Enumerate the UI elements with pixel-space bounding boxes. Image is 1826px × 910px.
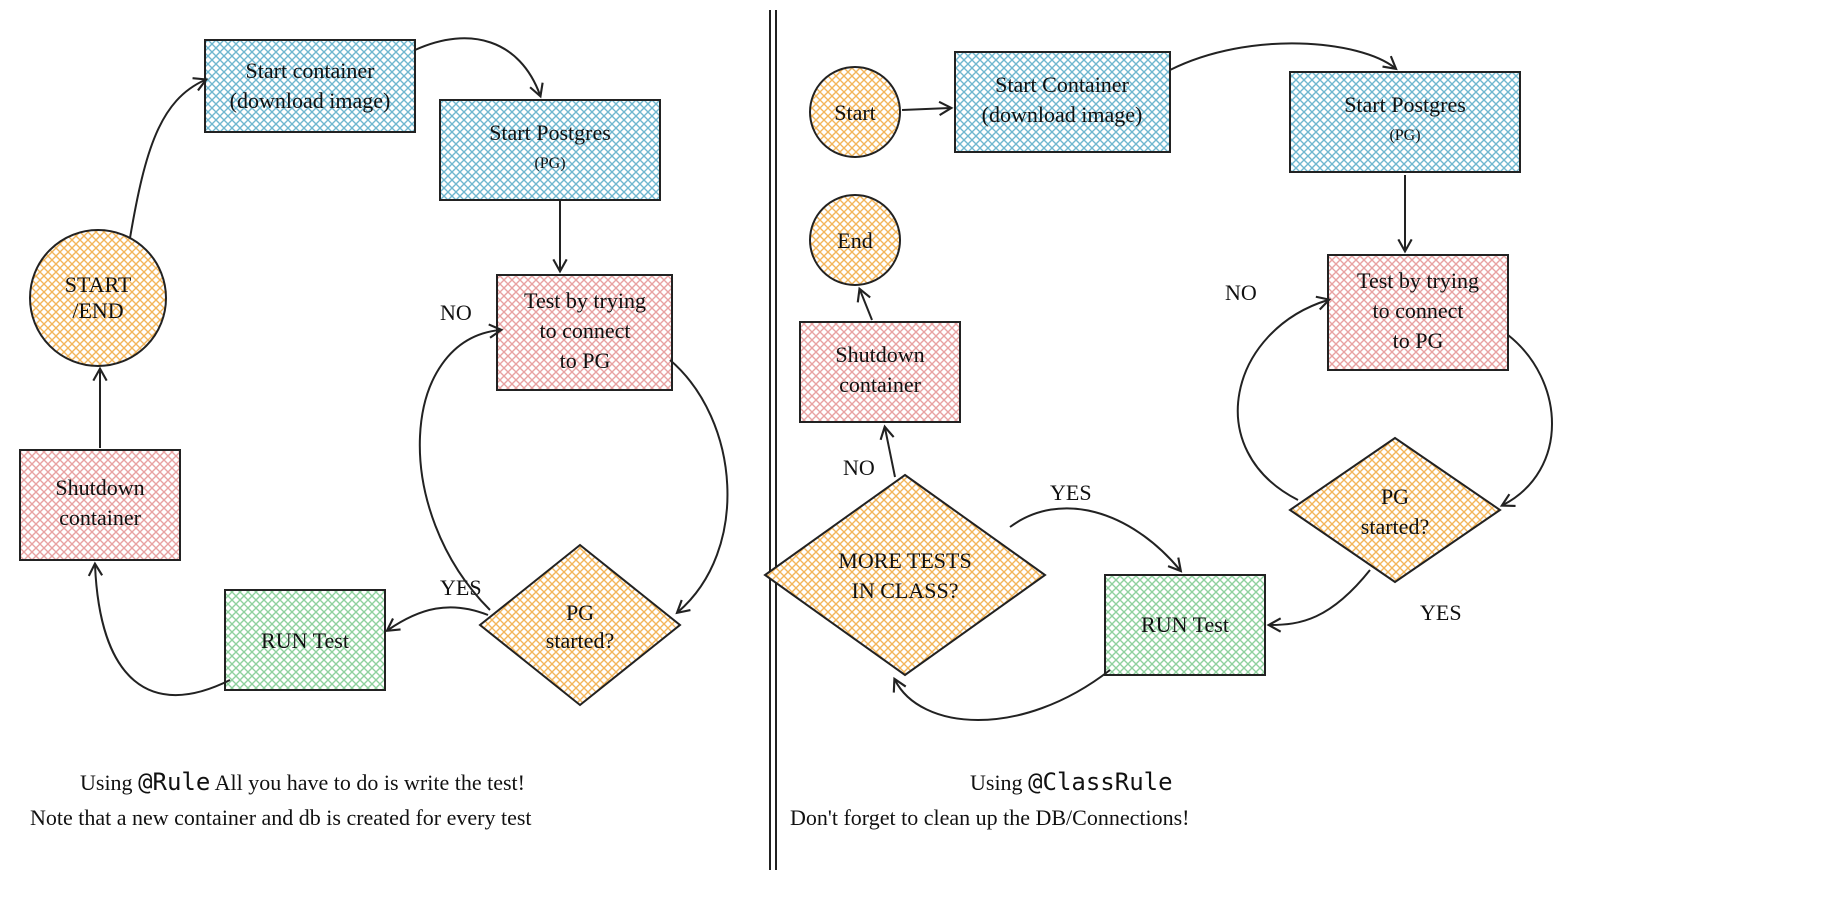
start-container-label2: (download image) (230, 88, 391, 113)
start-postgres-label: Start Postgres (489, 120, 611, 145)
flowchart-svg: START /END Start container (download ima… (0, 0, 1826, 910)
more-tests-l1: MORE TESTS (838, 548, 971, 573)
pg-started-decision (480, 545, 680, 705)
pg-started-l2: started? (1361, 514, 1429, 539)
edge-more-yes (1010, 508, 1180, 570)
test-connect-l1: Test by trying (524, 288, 646, 313)
edge-container-to-pg (415, 38, 540, 95)
left-cap1b: @Rule (138, 768, 210, 796)
edge-test-to-decision (670, 360, 727, 612)
pg-started-l2: started? (546, 628, 614, 653)
shutdown-l1: Shutdown (55, 475, 144, 500)
start-label: Start (834, 100, 876, 125)
pg-no-label: NO (1225, 280, 1257, 305)
run-test-label: RUN Test (1141, 612, 1229, 637)
more-yes-label: YES (1050, 480, 1092, 505)
right-diagram: Start End Start Container (download imag… (765, 43, 1552, 830)
run-test-label: RUN Test (261, 628, 349, 653)
right-caption-2: Don't forget to clean up the DB/Connecti… (790, 805, 1189, 830)
left-cap1c: All you have to do is write the test! (210, 770, 525, 795)
pg-yes-label: YES (1420, 600, 1462, 625)
edge-decision-yes (388, 607, 488, 630)
start-postgres-l2: (PG) (1389, 127, 1420, 144)
more-no-label: NO (843, 455, 875, 480)
no-label: NO (440, 300, 472, 325)
pg-started-l1: PG (1381, 484, 1409, 509)
right-cap1b: @ClassRule (1028, 768, 1173, 796)
start-container-l1: Start Container (995, 72, 1129, 97)
start-container-label1: Start container (246, 58, 376, 83)
test-connect-l1: Test by trying (1357, 268, 1479, 293)
more-tests-decision (765, 475, 1045, 675)
right-caption-1: Using @ClassRule (970, 768, 1173, 796)
edge-start-to-container (902, 108, 950, 110)
edge-decision-no (420, 330, 500, 610)
edge-run-to-shutdown (95, 565, 230, 695)
start-postgres-sub: (PG) (534, 155, 565, 172)
edge-container-to-pg (1170, 43, 1395, 70)
left-cap1a: Using (80, 770, 138, 795)
start-container-l2: (download image) (982, 102, 1143, 127)
left-caption-2: Note that a new container and db is crea… (30, 805, 532, 830)
start-postgres-node (440, 100, 660, 200)
start-end-label: START (65, 272, 132, 297)
pg-started-l1: PG (566, 600, 594, 625)
shutdown-l2: container (839, 372, 922, 397)
test-connect-l3: to PG (1393, 328, 1444, 353)
left-diagram: START /END Start container (download ima… (20, 38, 727, 830)
start-container-node (205, 40, 415, 132)
test-connect-l3: to PG (560, 348, 611, 373)
more-tests-l2: IN CLASS? (852, 578, 959, 603)
left-caption-1: Using @Rule All you have to do is write … (80, 768, 525, 796)
test-connect-l2: to connect (1372, 298, 1463, 323)
edge-more-no (885, 428, 895, 477)
shutdown-l2: container (59, 505, 142, 530)
start-end-label2: /END (72, 298, 123, 323)
end-label: End (837, 228, 872, 253)
edge-run-to-more (895, 670, 1110, 720)
edge-shutdown-to-end (860, 290, 872, 320)
shutdown-l1: Shutdown (835, 342, 924, 367)
pg-started-decision (1290, 438, 1500, 582)
start-postgres-node (1290, 72, 1520, 172)
right-cap1a: Using (970, 770, 1028, 795)
yes-label: YES (440, 575, 482, 600)
test-connect-l2: to connect (539, 318, 630, 343)
start-postgres-l1: Start Postgres (1344, 92, 1466, 117)
edge-pgdec-yes (1270, 570, 1370, 625)
edge-start-to-container (130, 80, 205, 238)
edge-pgdec-no (1238, 300, 1328, 500)
edge-test-to-decision (1503, 335, 1552, 505)
